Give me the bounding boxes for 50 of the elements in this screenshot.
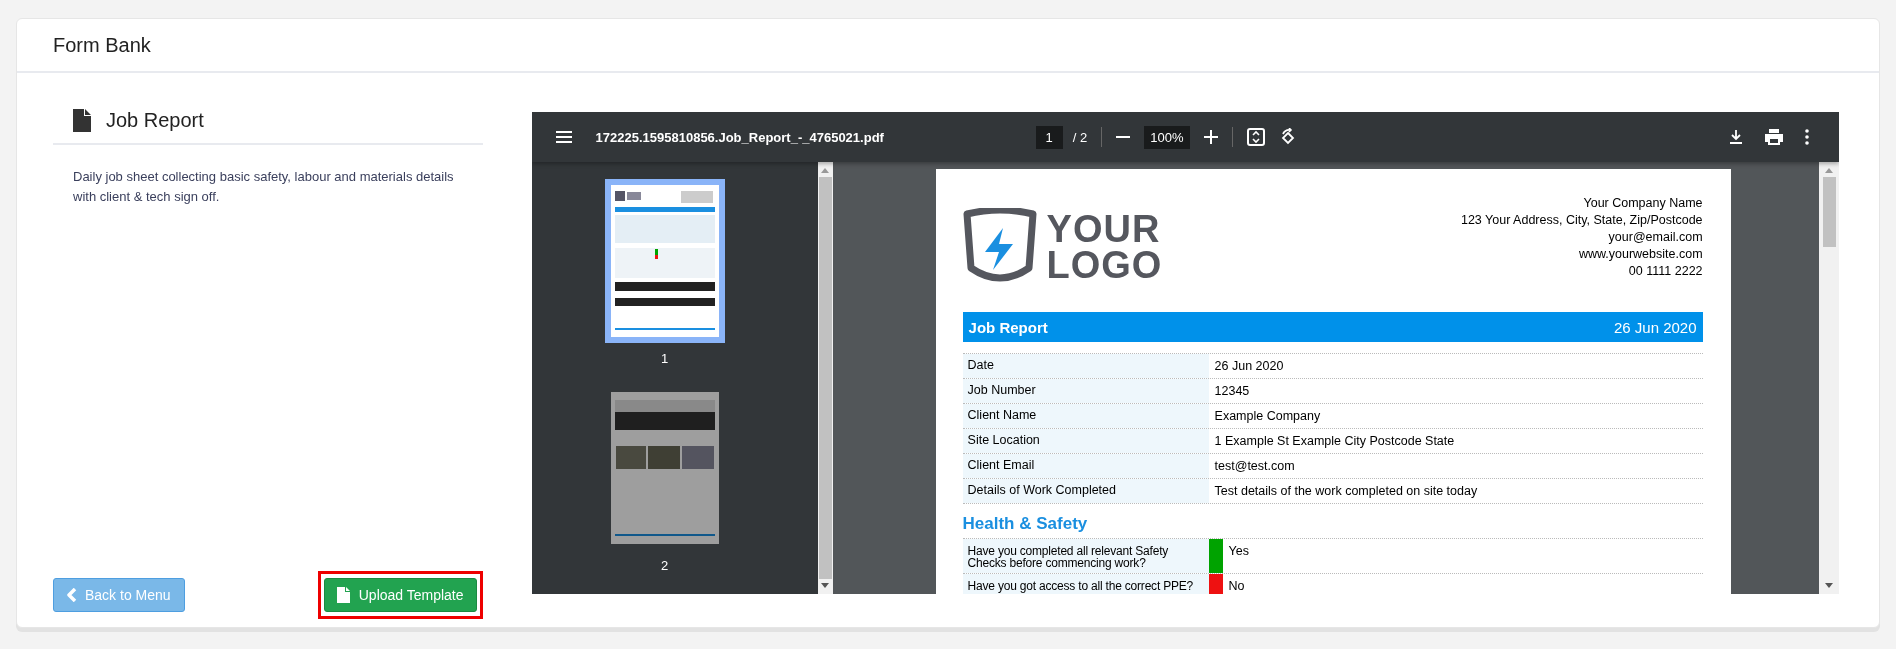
field-value-cell-text: 26 Jun 2020 <box>1213 358 1285 375</box>
page-title: Form Bank <box>53 33 151 57</box>
scrollbar-thumb[interactable] <box>1822 177 1836 247</box>
document-icon <box>73 108 91 132</box>
zoom-field[interactable]: 100% <box>1144 125 1190 149</box>
more-options-icon[interactable] <box>1805 129 1809 145</box>
page-count: / 2 <box>1072 129 1088 145</box>
scroll-down-icon[interactable] <box>1825 583 1833 588</box>
field-value-cell-text: Test details of the work completed on site today <box>1213 483 1479 500</box>
field-label-cell: Details of Work Completed <box>962 479 1209 503</box>
report-date: 26 Jun 2020 <box>1613 318 1697 336</box>
field-value-cell-text: 1 Example St Example City Postcode State <box>1213 433 1456 450</box>
section-heading: Health & Safety <box>962 514 1089 534</box>
company-info-line: 123 Your Address, City, State, Zip/Postcode <box>1460 212 1703 229</box>
field-label-cell: Client Email <box>962 454 1209 478</box>
fit-page-icon[interactable] <box>1246 128 1265 146</box>
field-label-cell: Client Name <box>962 404 1209 428</box>
page-number-label: 1 <box>660 351 669 366</box>
scrollbar-thumb[interactable] <box>818 177 832 579</box>
page-number-field[interactable]: 1 <box>1035 125 1063 149</box>
report-title: Job Report <box>968 318 1048 336</box>
field-value-cell-text: test@test.com <box>1213 458 1296 475</box>
scroll-down-icon[interactable] <box>821 583 830 588</box>
company-info-line: Your Company Name <box>1583 195 1703 212</box>
field-label-cell: Site Location <box>962 429 1209 453</box>
scrollbar[interactable] <box>1819 162 1839 594</box>
field-label-cell: Job Number <box>962 379 1209 403</box>
zoom-in-icon[interactable] <box>1203 130 1218 144</box>
answer-cell-text: No <box>1227 578 1246 594</box>
file-name: 172225.1595810856.Job_Report_-_4765021.pdf <box>595 129 885 145</box>
field-label-cell: Date <box>962 354 1209 378</box>
form-description: Daily job sheet collecting basic safety, labour and materials details with client & tech sign off. <box>72 168 455 206</box>
menu-icon[interactable] <box>555 131 572 143</box>
document-icon <box>336 587 350 603</box>
page-thumbnail[interactable] <box>604 179 725 343</box>
question-cell: Have you got access to all the correct PPE? <box>962 574 1209 594</box>
company-info-line: 00 1111 2222 <box>1628 263 1703 280</box>
print-icon[interactable] <box>1765 129 1783 145</box>
field-value-cell-text: 12345 <box>1213 383 1251 400</box>
company-info-line: www.yourwebsite.com <box>1578 246 1703 263</box>
question-cell: Have you completed all relevant Safety Checks before commencing work? <box>962 539 1209 573</box>
company-logo: YOUR LOGO <box>962 207 1163 287</box>
page-number-label: 2 <box>660 558 669 573</box>
field-value-cell-text: Example Company <box>1213 408 1322 425</box>
scrollbar[interactable] <box>817 162 833 594</box>
chevron-left-icon <box>67 588 77 602</box>
form-title: Job Report <box>106 108 204 132</box>
download-icon[interactable] <box>1729 130 1743 144</box>
company-info-line: your@email.com <box>1608 229 1703 246</box>
answer-cell-text: Yes <box>1227 543 1250 560</box>
